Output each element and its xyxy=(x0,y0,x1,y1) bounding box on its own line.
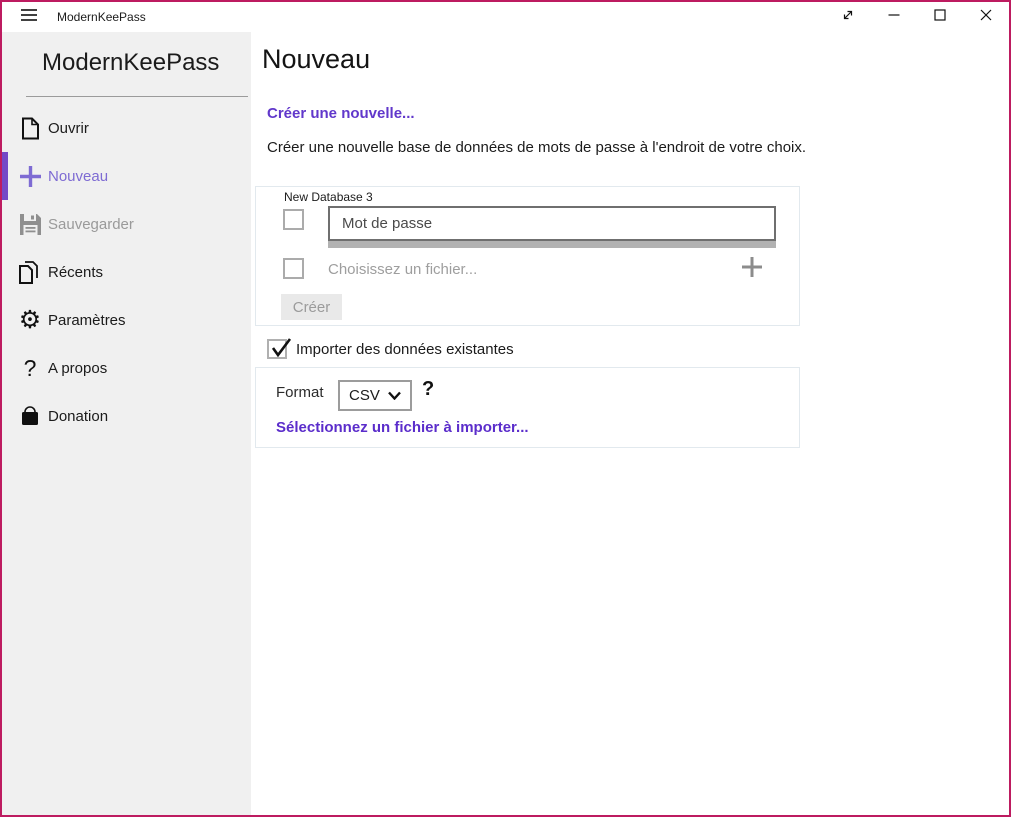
main-content: Nouveau Créer une nouvelle... Créer une … xyxy=(251,32,1009,815)
database-name-label: New Database 3 xyxy=(284,190,373,204)
format-label: Format xyxy=(276,384,324,401)
fullscreen-button[interactable] xyxy=(825,2,871,32)
window-title: ModernKeePass xyxy=(57,10,146,24)
copy-icon xyxy=(16,258,44,286)
create-description: Créer une nouvelle base de données de mo… xyxy=(267,139,806,156)
sidebar-item-label: Donation xyxy=(48,408,108,425)
import-toggle-row[interactable]: Importer des données existantes xyxy=(267,339,514,359)
bag-icon xyxy=(16,402,44,430)
fullscreen-icon xyxy=(841,8,855,27)
select-import-file-link[interactable]: Sélectionnez un fichier à importer... xyxy=(276,419,529,436)
keyfile-placeholder: Choisissez un fichier... xyxy=(328,261,477,278)
document-icon xyxy=(16,114,44,142)
add-file-button[interactable] xyxy=(738,255,766,283)
sidebar-item-ouvrir[interactable]: Ouvrir xyxy=(2,104,251,152)
save-icon xyxy=(16,210,44,238)
sidebar: ModernKeePass Ouvrir Nouveau xyxy=(2,32,251,815)
sidebar-item-apropos[interactable]: ? A propos xyxy=(2,344,251,392)
sidebar-item-label: A propos xyxy=(48,360,107,377)
gear-icon: ⚙ xyxy=(16,306,44,334)
format-select[interactable]: CSV xyxy=(338,380,412,411)
format-selected-value: CSV xyxy=(349,387,380,404)
app-window: ModernKeePass xyxy=(0,0,1011,817)
maximize-button[interactable] xyxy=(917,2,963,32)
question-icon: ? xyxy=(16,354,44,382)
sidebar-item-label: Nouveau xyxy=(48,168,108,185)
sidebar-item-recents[interactable]: Récents xyxy=(2,248,251,296)
app-name-heading: ModernKeePass xyxy=(42,49,219,77)
sidebar-item-parametres[interactable]: ⚙ Paramètres xyxy=(2,296,251,344)
sidebar-nav: Ouvrir Nouveau Sauvegarder xyxy=(2,104,251,440)
sidebar-item-label: Ouvrir xyxy=(48,120,89,137)
hamburger-icon xyxy=(21,8,37,27)
sidebar-item-label: Sauvegarder xyxy=(48,216,134,233)
window-controls xyxy=(825,2,1009,32)
sidebar-item-sauvegarder[interactable]: Sauvegarder xyxy=(2,200,251,248)
page-title: Nouveau xyxy=(262,44,370,75)
sidebar-item-label: Récents xyxy=(48,264,103,281)
new-database-panel: New Database 3 Choisissez un fichier... … xyxy=(255,186,800,326)
import-panel: Format CSV ? Sélectionnez un fichier à i… xyxy=(255,367,800,448)
create-button[interactable]: Créer xyxy=(281,294,342,320)
sidebar-item-label: Paramètres xyxy=(48,312,126,329)
minimize-button[interactable] xyxy=(871,2,917,32)
sidebar-item-donation[interactable]: Donation xyxy=(2,392,251,440)
close-icon xyxy=(980,8,992,26)
sidebar-item-nouveau[interactable]: Nouveau xyxy=(2,152,251,200)
maximize-icon xyxy=(934,8,946,26)
close-button[interactable] xyxy=(963,2,1009,32)
sidebar-divider xyxy=(26,96,248,97)
password-checkbox[interactable] xyxy=(283,209,304,230)
titlebar: ModernKeePass xyxy=(2,2,1009,32)
import-checkbox-label: Importer des données existantes xyxy=(296,341,514,358)
password-input[interactable] xyxy=(328,206,776,241)
plus-icon xyxy=(16,162,44,190)
keyfile-checkbox[interactable] xyxy=(283,258,304,279)
import-checkbox[interactable] xyxy=(267,339,287,359)
selected-indicator xyxy=(2,152,8,200)
password-input-underline xyxy=(328,241,776,248)
chevron-down-icon xyxy=(388,391,401,400)
format-help-button[interactable]: ? xyxy=(422,378,434,401)
hamburger-menu-button[interactable] xyxy=(12,2,46,32)
minimize-icon xyxy=(888,8,900,26)
plus-icon xyxy=(741,256,763,283)
create-new-link[interactable]: Créer une nouvelle... xyxy=(267,105,415,122)
checkmark-icon xyxy=(270,336,294,360)
